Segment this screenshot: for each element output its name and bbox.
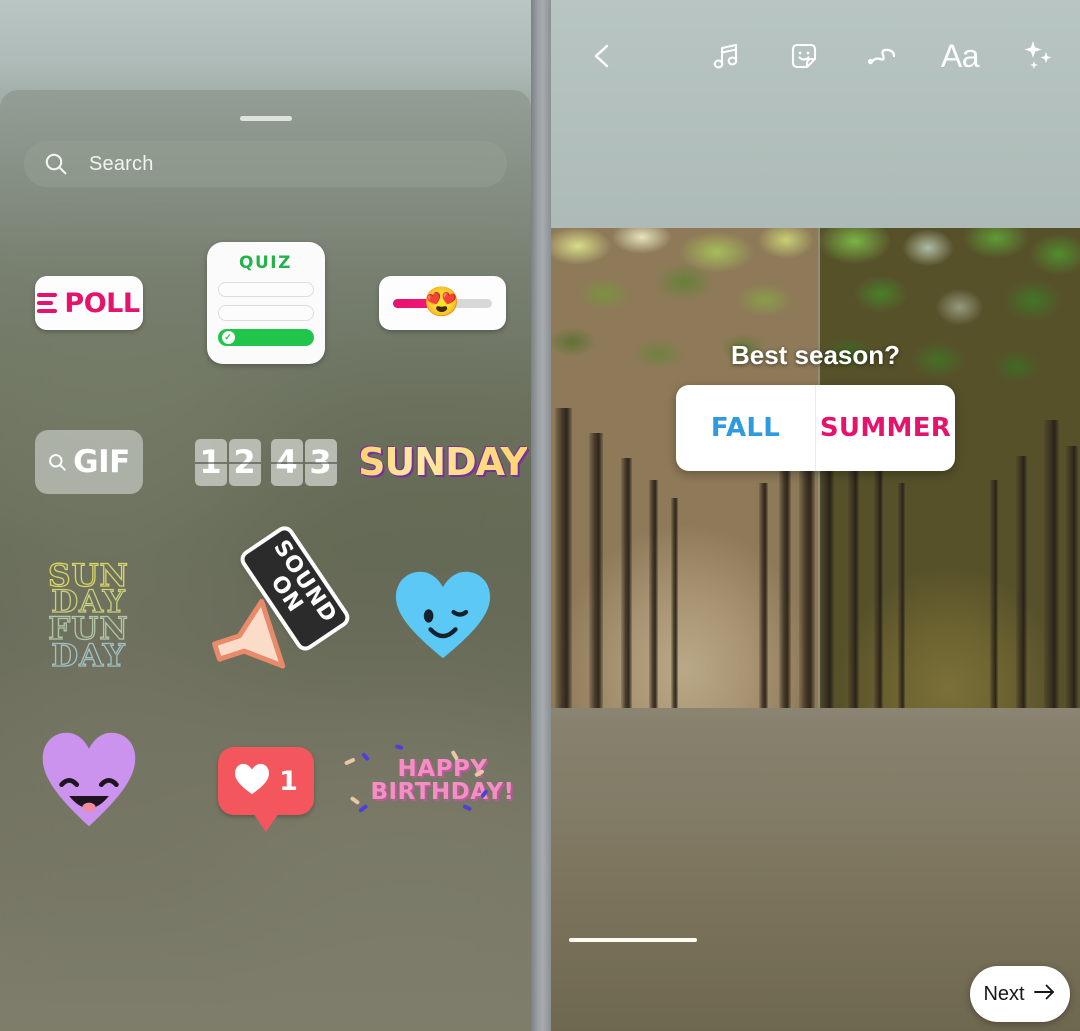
story-preview-pane: Aa Best season? FALL SUMMER Next <box>551 0 1080 1031</box>
gif-sticker[interactable]: GIF <box>34 430 143 494</box>
emoji-slider-sticker[interactable]: 😍 <box>379 276 506 330</box>
pane-divider <box>531 0 551 1031</box>
sticker-cell-emoji-slider[interactable]: 😍 <box>354 208 531 398</box>
sticker-grid: POLL QUIZ ✓ 😍 GIF 1 2 4 3 SUNDAY SUN DAY… <box>0 208 531 856</box>
text-icon[interactable]: Aa <box>938 34 982 78</box>
sticker-cell-like[interactable]: 1 <box>177 706 354 856</box>
story-progress-indicator <box>569 938 697 942</box>
gif-sticker-label: GIF <box>73 443 130 480</box>
quiz-option-blank <box>217 305 314 321</box>
sunday-fun-day-sticker[interactable]: SUN DAY FUN DAY <box>47 560 129 674</box>
poll-sticker-label: POLL <box>64 287 140 319</box>
clock-digit: 3 <box>304 438 337 486</box>
search-icon <box>43 151 69 177</box>
search-input[interactable]: Search <box>24 141 507 187</box>
sound-on-sticker[interactable]: SOUND ON <box>196 528 348 676</box>
heart-icon <box>233 762 271 801</box>
sticker-tray-sheet: Search POLL QUIZ ✓ 😍 GIF 1 2 4 3 SUNDAY … <box>0 90 531 1031</box>
sticker-icon[interactable] <box>782 34 826 78</box>
next-button-label: Next <box>983 983 1025 1005</box>
editor-toolbar: Aa <box>551 32 1080 80</box>
music-icon[interactable] <box>704 34 748 78</box>
poll-bars-icon <box>37 293 58 313</box>
smiling-purple-heart-sticker[interactable] <box>37 728 141 835</box>
confetti-icon <box>345 744 489 812</box>
effects-icon[interactable] <box>1016 34 1060 78</box>
poll-sticker[interactable]: POLL <box>34 276 143 330</box>
search-placeholder: Search <box>89 152 154 175</box>
sticker-row: POLL QUIZ ✓ 😍 <box>0 208 531 398</box>
clock-digit: 1 <box>194 438 227 486</box>
text-icon-label: Aa <box>940 38 980 74</box>
sticker-cell-clock[interactable]: 1 2 4 3 <box>177 398 354 526</box>
clock-digit: 4 <box>270 438 303 486</box>
heart-eyes-emoji-icon: 😍 <box>423 286 460 319</box>
draw-icon[interactable] <box>860 34 904 78</box>
sticker-cell-sunday[interactable]: SUNDAY <box>354 398 531 526</box>
poll-overlay[interactable]: Best season? FALL SUMMER <box>551 340 1080 471</box>
quiz-sticker-label: QUIZ <box>239 253 292 273</box>
poll-option-summer[interactable]: SUMMER <box>816 385 955 471</box>
sticker-row: 1 HAPPY BIRTHDAY! <box>0 706 531 856</box>
poll-question: Best season? <box>730 340 901 370</box>
sticker-cell-sound-on[interactable]: SOUND ON <box>177 526 354 706</box>
sticker-cell-gif[interactable]: GIF <box>0 398 177 526</box>
sfd-line: DAY <box>51 637 126 674</box>
sticker-row: GIF 1 2 4 3 SUNDAY <box>0 398 531 526</box>
sticker-cell-happy-birthday[interactable]: HAPPY BIRTHDAY! <box>345 706 531 856</box>
like-bubble-sticker[interactable]: 1 <box>217 747 314 815</box>
quiz-option-blank <box>217 282 314 298</box>
clock-hours: 1 2 <box>194 438 261 486</box>
sticker-row: SUN DAY FUN DAY SOUND ON <box>0 526 531 706</box>
clock-digit: 2 <box>228 438 261 486</box>
clock-minutes: 4 3 <box>270 438 337 486</box>
happy-birthday-sticker[interactable]: HAPPY BIRTHDAY! <box>345 744 514 812</box>
poll-option-fall[interactable]: FALL <box>676 385 816 471</box>
back-chevron-icon[interactable] <box>581 34 625 78</box>
sticker-cell-blue-heart[interactable] <box>354 526 531 706</box>
sunday-text-sticker[interactable]: SUNDAY <box>358 440 528 484</box>
sticker-tray-pane: Search POLL QUIZ ✓ 😍 GIF 1 2 4 3 SUNDAY … <box>0 0 531 1031</box>
like-count: 1 <box>279 765 298 797</box>
sticker-cell-purple-heart[interactable] <box>0 706 177 856</box>
arrow-right-icon <box>1033 983 1057 1006</box>
drag-handle[interactable] <box>239 116 292 121</box>
check-icon: ✓ <box>221 330 235 344</box>
poll-options-card[interactable]: FALL SUMMER <box>676 385 955 471</box>
winking-blue-heart-sticker[interactable] <box>390 566 496 667</box>
sticker-cell-sunday-fun-day[interactable]: SUN DAY FUN DAY <box>0 526 177 706</box>
quiz-option-correct: ✓ <box>217 328 314 346</box>
next-button[interactable]: Next <box>970 966 1070 1022</box>
sticker-cell-quiz[interactable]: QUIZ ✓ <box>177 208 354 398</box>
story-editor-screen: Search POLL QUIZ ✓ 😍 GIF 1 2 4 3 SUNDAY … <box>0 0 1080 1031</box>
search-icon <box>47 452 68 473</box>
clock-sticker[interactable]: 1 2 4 3 <box>194 438 337 486</box>
sticker-cell-poll[interactable]: POLL <box>0 208 177 398</box>
quiz-sticker[interactable]: QUIZ ✓ <box>206 242 325 364</box>
